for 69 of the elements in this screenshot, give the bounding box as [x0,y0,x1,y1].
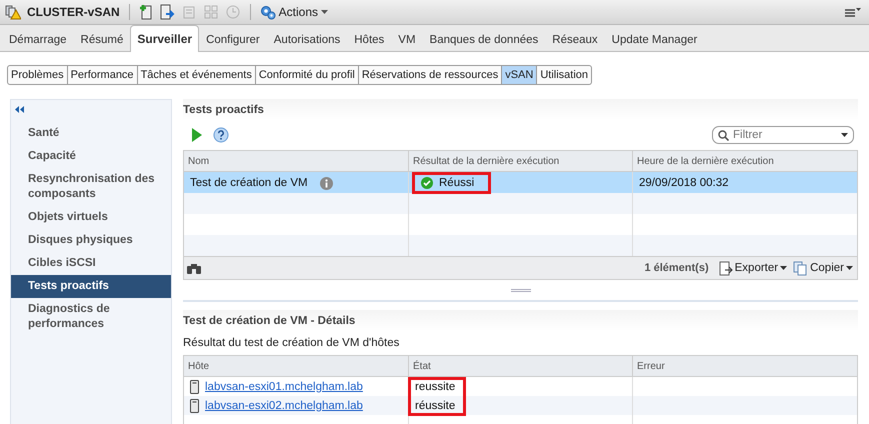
sidebar-item[interactable]: Objets virtuels [11,206,171,229]
column-header[interactable]: Hôte [184,356,409,376]
sidebar-item[interactable]: Capacité [11,145,171,168]
menu-icon[interactable] [845,7,861,17]
sidebar-item[interactable]: Disques physiques [11,229,171,252]
caret-icon [321,10,328,14]
cluster-warning-icon [5,4,21,20]
caret-icon[interactable] [841,133,848,137]
column-header[interactable]: Résultat de la dernière exécution [409,151,633,171]
sidebar-item[interactable]: Santé [11,122,171,145]
splitter-handle-icon[interactable] [510,288,530,292]
subtab[interactable]: vSAN [502,65,538,85]
column-header[interactable]: État [409,356,633,376]
export-button[interactable]: Exporter [718,260,788,276]
tab[interactable]: Démarrage [2,29,74,52]
add-host-icon[interactable] [138,4,153,20]
column-header[interactable]: Nom [184,151,409,171]
tab[interactable]: Configurer [199,29,267,52]
help-icon[interactable] [213,127,229,143]
table-cell: 29/09/2018 00:32 [639,177,729,189]
subtab[interactable]: Réservations de ressources [358,65,502,85]
host-link[interactable]: labvsan-esxi01.mchelgham.lab [205,380,363,392]
table-cell: Réussi [439,177,474,189]
table-row[interactable]: Test de création de VM Réussi 29/09/2018 00:32 [184,172,857,193]
copy-icon [793,260,808,276]
subtab[interactable]: Utilisation [537,65,592,85]
subtab[interactable]: Conformité du profil [256,65,359,85]
details-subtitle: Résultat du test de création de VM d'hôtes [183,336,400,351]
tab[interactable]: Autorisations [266,29,348,52]
sidebar-item[interactable]: Cibles iSCSI [11,252,171,275]
section-title: Test de création de VM - Détails [183,314,356,326]
filter-field[interactable]: Filtrer [712,126,854,144]
copy-button[interactable]: Copier [793,260,853,276]
sidebar-item[interactable]: Diagnostics de performances [11,298,171,336]
info-icon[interactable] [320,176,333,190]
caret-icon [780,266,788,270]
subtab[interactable]: Problèmes [7,65,68,85]
table-cell: reussite [415,380,456,392]
object-title: CLUSTER-vSAN [27,5,120,19]
tab[interactable]: Résumé [74,29,130,52]
server-icon [190,380,199,394]
actions-menu-button[interactable]: Actions [260,4,328,20]
subtab[interactable]: Performance [68,65,138,85]
move-into-icon[interactable] [158,4,175,20]
column-header[interactable]: Heure de la dernière exécution [633,151,857,171]
collapse-icon[interactable] [15,106,24,113]
run-icon[interactable] [191,128,203,142]
caret-icon [846,266,853,270]
tab[interactable]: Banques de données [422,29,546,52]
section-title: Tests proactifs [183,104,264,116]
tab[interactable]: VM [391,29,423,52]
server-icon [190,398,199,412]
sidebar-item[interactable]: Tests proactifs [11,275,171,298]
item-count: 1 élément(s) [644,262,709,274]
tab[interactable]: Surveiller [130,25,200,52]
tab[interactable]: Hôtes [347,29,392,52]
subtab[interactable]: Tâches et événements [138,65,256,85]
check-icon [421,177,433,189]
search-icon [718,130,729,141]
host-link[interactable]: labvsan-esxi02.mchelgham.lab [205,400,363,412]
binoculars-icon[interactable] [187,262,201,274]
tab[interactable]: Réseaux [545,29,605,52]
table-cell: réussite [415,400,456,412]
column-header[interactable]: Erreur [633,356,857,376]
table-cell: Test de création de VM [190,177,308,189]
gears-icon [260,4,276,20]
tab[interactable]: Update Manager [604,29,704,52]
sidebar-item[interactable]: Resynchronisation des composants [11,168,171,206]
export-icon [718,260,733,276]
